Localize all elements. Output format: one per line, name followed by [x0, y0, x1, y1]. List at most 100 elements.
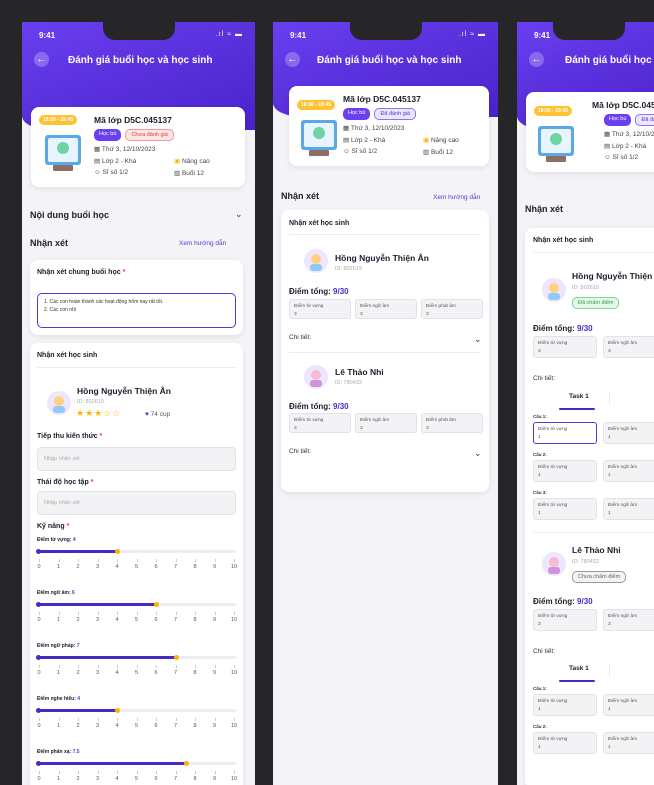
class-card[interactable]: 18:00 - 19:45 Mã lớp D5C.045137 Học bù C…	[31, 107, 245, 187]
skill-slider[interactable]	[36, 760, 236, 766]
vocab-score-box[interactable]: Điểm từ vựng 3	[289, 299, 351, 319]
class-session: ▥ Buổi 12	[174, 170, 205, 177]
tick-mark	[78, 665, 79, 668]
general-comment-label: Nhận xét chung buổi học *	[37, 269, 126, 276]
star-rating[interactable]: ★★★☆☆	[76, 408, 121, 419]
slider-handle[interactable]	[184, 760, 190, 766]
tab-task-1[interactable]: Task 1	[569, 665, 589, 672]
vocab-score-box[interactable]: Điểm từ vựng 3	[289, 413, 351, 433]
tick-mark	[58, 665, 60, 668]
time-badge: 18:00 - 19:45	[534, 106, 573, 116]
phonetic-score-box[interactable]: Điểm ngữ âm 1	[603, 732, 654, 754]
notch	[553, 22, 625, 40]
question-label: Câu 3:	[533, 490, 547, 495]
student-id: ID: 780432	[572, 559, 599, 565]
vocab-score-box[interactable]: Điểm từ vựng 1	[533, 694, 597, 716]
back-button[interactable]: ←	[285, 52, 300, 67]
slider-start-dot	[36, 601, 41, 607]
tick-label: 6	[154, 617, 158, 623]
class-size: ☺ Sĩ số 1/2	[343, 148, 378, 155]
tick-mark	[97, 718, 99, 721]
vocab-score-box[interactable]: Điểm từ vựng 1	[533, 498, 597, 520]
attitude-input[interactable]: Nhập nhận xét	[37, 491, 236, 515]
class-date: ▦ Thứ 3, 12/10/2023	[604, 131, 654, 138]
class-card[interactable]: 18:00 - 19:45 Mã lớp D5C.045137 Học bù Đ…	[526, 92, 654, 172]
tag-status: Đã đánh giá	[635, 114, 654, 126]
slider-handle[interactable]	[154, 601, 160, 607]
tick-mark	[58, 559, 60, 562]
phonetic-score-box[interactable]: Điểm ngữ âm 3	[355, 299, 417, 319]
chevron-down-icon[interactable]: ⌄	[474, 448, 482, 459]
tick-mark	[136, 771, 138, 774]
chevron-down-icon[interactable]: ⌄	[474, 334, 482, 345]
chevron-down-icon[interactable]: ⌄	[235, 209, 243, 220]
tag-type: Học bù	[343, 108, 371, 120]
slider-fill	[37, 656, 177, 659]
guide-link[interactable]: Xem hướng dẫn	[433, 194, 480, 201]
student-id: ID: 802619	[77, 399, 104, 405]
slider-handle[interactable]	[114, 548, 120, 554]
skill-slider[interactable]	[36, 601, 236, 607]
vocab-score-box[interactable]: Điểm từ vựng 1	[533, 732, 597, 754]
tick-mark	[58, 612, 60, 615]
pronun-score-box[interactable]: Điểm phát âm 3	[421, 299, 483, 319]
phonetic-score-box[interactable]: Điểm ngữ âm 1	[603, 498, 654, 520]
slider-handle[interactable]	[114, 707, 120, 713]
absorb-input[interactable]: Nhập nhận xét	[37, 447, 236, 471]
general-comment-textarea[interactable]: 1. Các con hoàn thành các hoạt động hôm …	[37, 293, 236, 328]
skill-slider[interactable]	[36, 654, 236, 660]
slider-handle[interactable]	[174, 654, 180, 660]
skill-label: Điểm ngữ âm: 6	[37, 590, 75, 596]
vocab-score-box[interactable]: Điểm từ vựng 1	[533, 460, 597, 482]
tick-mark	[78, 559, 79, 562]
phonetic-score-box[interactable]: Điểm ngữ âm 3	[603, 336, 654, 358]
student-comments-title: Nhận xét học sinh	[533, 237, 594, 244]
slider-start-dot	[36, 760, 41, 766]
comments-title: Nhận xét	[281, 191, 320, 201]
tick-label: 2	[76, 617, 80, 623]
class-code: Mã lớp D5C.045137	[592, 100, 654, 110]
back-button[interactable]: ←	[529, 52, 544, 67]
cup-count: ♥ 74 cup	[145, 411, 171, 418]
status-time: 9:41	[39, 31, 56, 40]
tab-indicator	[559, 408, 595, 410]
content-section-title[interactable]: Nội dung buổi học	[30, 210, 109, 220]
lesson-thumbnail-icon	[538, 126, 574, 162]
time-badge: 18:00 - 19:45	[39, 115, 78, 125]
tick-label: 6	[154, 670, 158, 676]
tick-mark	[175, 718, 177, 721]
book-icon: ▥	[174, 170, 181, 177]
divider	[609, 663, 610, 677]
tag-type: Học bù	[604, 114, 632, 126]
lesson-thumbnail-icon	[301, 120, 337, 156]
tick-mark	[39, 559, 40, 562]
phonetic-score-box[interactable]: Điểm ngữ âm 1	[603, 694, 654, 716]
pronun-score-box[interactable]: Điểm phát âm 3	[421, 413, 483, 433]
slider-scale: 0 1 2 3 4 5 6 7 8 9 10	[37, 665, 237, 677]
skill-slider[interactable]	[36, 707, 236, 713]
phonetic-score-box[interactable]: Điểm ngữ âm 3	[603, 609, 654, 631]
vocab-score-box[interactable]: Điểm từ vựng 3	[533, 336, 597, 358]
tick-mark	[39, 771, 40, 774]
class-card[interactable]: 18:00 - 19:45 Mã lớp D5C.045137 Học bù Đ…	[289, 86, 489, 166]
tick-mark	[175, 612, 177, 615]
skill-slider[interactable]	[36, 548, 236, 554]
tick-mark	[214, 612, 216, 615]
phonetic-score-box[interactable]: Điểm ngữ âm 3	[355, 413, 417, 433]
class-icon: ▤	[604, 143, 611, 150]
guide-link[interactable]: Xem hướng dẫn	[179, 240, 226, 247]
back-button[interactable]: ←	[34, 52, 49, 67]
phonetic-score-box[interactable]: Điểm ngữ âm 1	[603, 460, 654, 482]
vocab-score-box[interactable]: Điểm từ vựng 1	[533, 422, 597, 444]
phonetic-score-box[interactable]: Điểm ngữ âm 1	[603, 422, 654, 444]
tag-type: Học bù	[94, 129, 122, 141]
phone-screen-2: 9:41 .ıl ≈ ▬ ← Đánh giá buổi học và học …	[273, 22, 498, 785]
student-comment-card: Nhận xét học sinh Hồng Nguyễn Thiện Ân I…	[30, 343, 243, 785]
tick-label: 4	[115, 670, 119, 676]
tick-label: 7	[173, 670, 178, 676]
vocab-score-box[interactable]: Điểm từ vựng 3	[533, 609, 597, 631]
question-label: Câu 1:	[533, 686, 547, 691]
calendar-icon: ▦	[343, 125, 350, 132]
tab-task-1[interactable]: Task 1	[569, 393, 589, 400]
tick-label: 2	[76, 776, 80, 782]
